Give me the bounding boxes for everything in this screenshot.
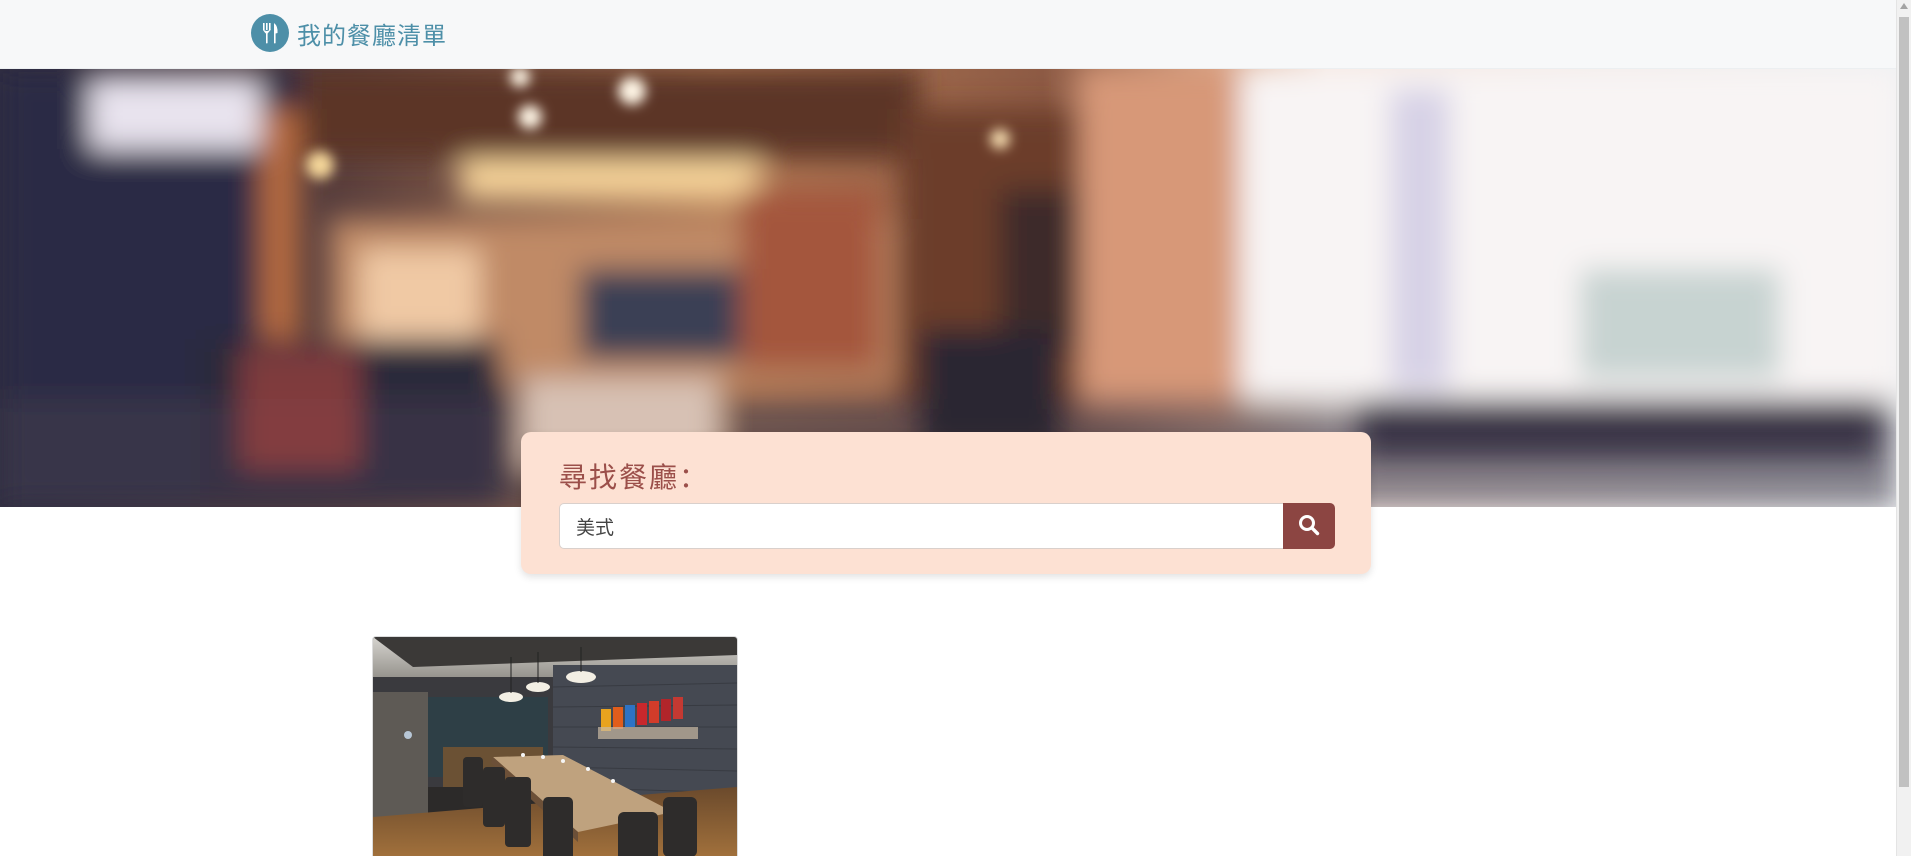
fork-knife-icon	[251, 14, 289, 52]
restaurant-card[interactable]	[372, 636, 738, 856]
search-button[interactable]	[1283, 503, 1335, 549]
search-title: 尋找餐廳：	[559, 461, 710, 494]
search-input[interactable]	[559, 503, 1283, 549]
page: 我的餐廳清單 尋找餐廳： 美式	[0, 0, 1911, 856]
navbar: 我的餐廳清單	[0, 0, 1896, 69]
vertical-scrollbar[interactable]	[1896, 0, 1911, 856]
brand-link[interactable]: 我的餐廳清單	[251, 14, 447, 52]
search-panel: 尋找餐廳：	[521, 432, 1371, 574]
scrollbar-thumb[interactable]	[1899, 17, 1909, 787]
restaurant-image	[373, 637, 737, 856]
search-icon	[1298, 514, 1320, 539]
brand-title: 我的餐廳清單	[297, 21, 447, 50]
scroll-up-arrow-icon[interactable]	[1900, 3, 1908, 9]
